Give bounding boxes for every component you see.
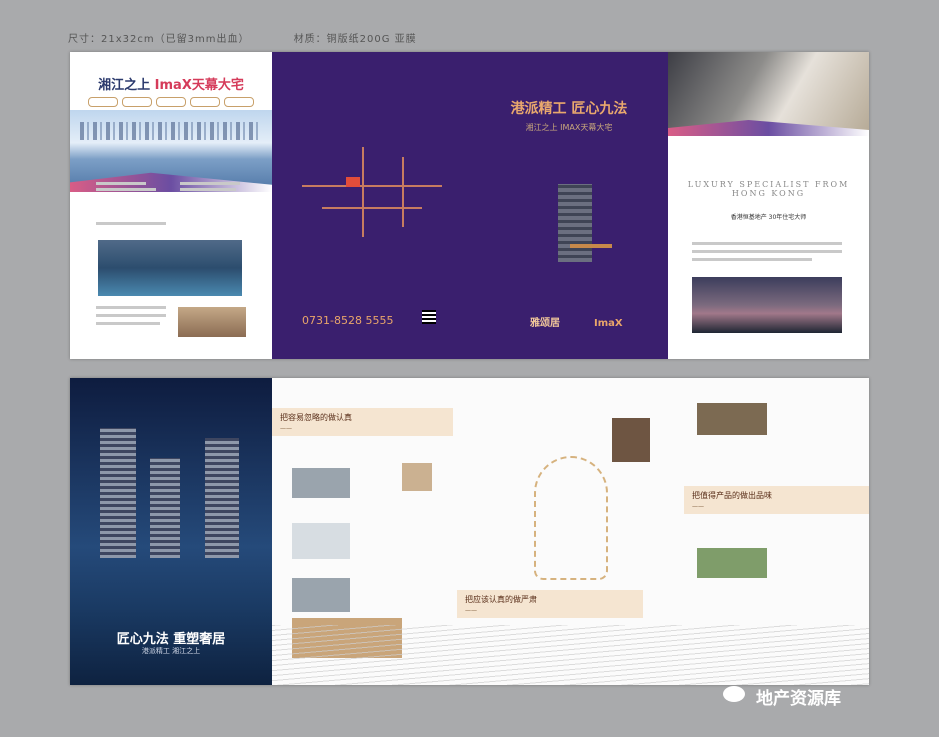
cover-title: 匠心九法 重塑奢居 [116,632,226,647]
photo [612,418,650,462]
spec-size: 尺寸：21x32cm（已留3mm出血） [68,34,250,45]
pill [224,97,254,107]
photo [292,523,350,559]
phone-number: 0731-8528 5555 [302,314,394,327]
city-skyline-image [70,110,272,192]
text-block [96,322,160,325]
pill [190,97,220,107]
panel-1: 湘江之上 ImaX天幕大宅 [70,52,272,359]
text-block [692,250,842,253]
photo [292,468,350,498]
qr-code [422,310,436,324]
text-block [96,314,166,317]
pill [156,97,186,107]
nine-graphic [534,456,608,580]
photo [697,403,767,435]
cover-subtitle: 港派精工 湘江之上 [141,647,201,655]
wechat-icon [723,686,745,702]
text-block [692,242,842,245]
subtitle: 湘江之上 IMAX天幕大宅 [525,123,613,132]
panel-4: LUXURY SPECIALIST FROM HONG KONG 香港恒基地产 3… [668,52,869,359]
tag-box: 把值得产品的做出品味 —— [684,486,869,514]
photo [697,548,767,578]
pavilion-illustration [570,244,612,270]
text-block [692,258,812,261]
water-illustration [272,625,869,685]
headline: 港派精工 匠心九法 [510,101,628,117]
panel1-title: 湘江之上 ImaX天幕大宅 [98,78,244,93]
brochure-inside: 匠心九法 重塑奢居 港派精工 湘江之上 把容易忽略的做认真 —— 把值得产品的做出… [70,378,869,685]
panel-3: 港派精工 匠心九法 湘江之上 IMAX天幕大宅 雅颂居 ImaX [470,52,668,359]
pill [88,97,118,107]
brochure-screenshot: { "spec": {"size": "尺寸：21x32cm（已留3mm出血）"… [0,0,939,737]
luxury-line: 香港恒基地产 30年住宅大师 [730,214,807,221]
tag-box: 把容易忽略的做认真 —— [272,408,453,436]
brochure-outside: 湘江之上 ImaX天幕大宅 0731-8528 5555 港派精工 匠心九法 湘… [70,52,869,359]
text-block [180,182,240,185]
house-image [178,307,246,337]
pool-image [98,240,242,296]
text-block [96,222,166,225]
inside-spread: 把容易忽略的做认真 —— 把值得产品的做出品味 —— 把应该认真的做严肃 —— [272,378,869,685]
text-block [96,306,166,309]
building [205,438,239,558]
spec-line: 尺寸：21x32cm（已留3mm出血） 材质：铜版纸200G 亚膜 [68,30,457,45]
building [100,428,136,558]
luxury-heading: LUXURY SPECIALIST FROM HONG KONG [687,180,850,198]
hongkong-image [692,277,842,333]
text-block [96,182,146,185]
location-map [302,147,442,237]
spec-material: 材质：铜版纸200G 亚膜 [293,34,417,45]
tag-box: 把应该认真的做严肃 —— [457,590,643,618]
photo [402,463,432,491]
logo-row: 雅颂居 ImaX [530,318,623,329]
text-block [96,188,156,191]
panel-2: 0731-8528 5555 [272,52,470,359]
cover-panel: 匠心九法 重塑奢居 港派精工 湘江之上 [70,378,272,685]
photo [292,578,350,612]
pill [122,97,152,107]
text-block [180,188,236,191]
building [150,458,180,558]
pill-row [88,97,254,107]
watermark: 地产资源库 [756,689,841,709]
interior-image [668,52,869,136]
